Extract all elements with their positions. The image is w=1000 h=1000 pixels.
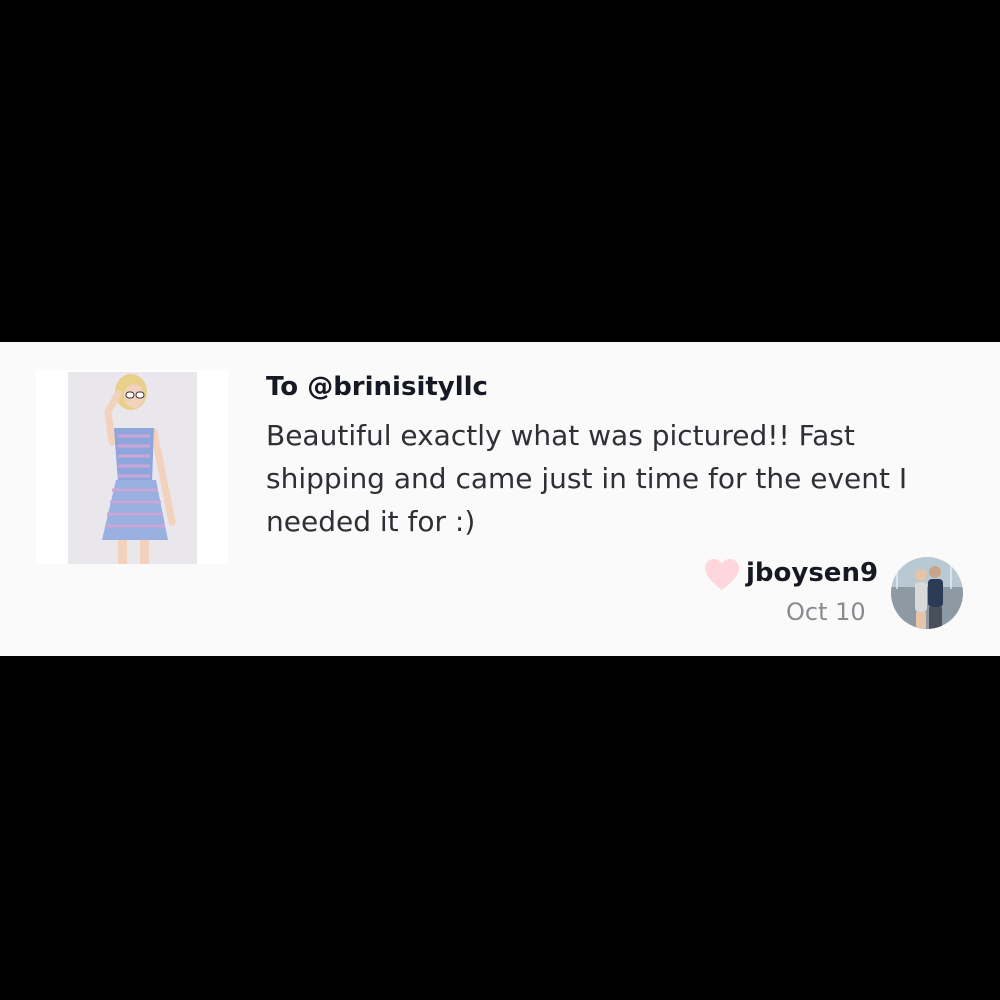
product-photo [102, 374, 176, 564]
review-body: Beautiful exactly what was pictured!! Fa… [266, 419, 908, 538]
heart-icon[interactable] [704, 558, 740, 592]
review-card: To @brinisityllc Beautiful exactly what … [0, 342, 1000, 656]
product-thumbnail[interactable] [36, 370, 228, 564]
avatar-image [891, 557, 963, 629]
review-recipient[interactable]: To @brinisityllc [266, 372, 488, 402]
reviewer-username[interactable]: jboysen9 [746, 558, 878, 588]
review-date: Oct 10 [786, 598, 866, 626]
user-avatar[interactable] [891, 557, 963, 629]
